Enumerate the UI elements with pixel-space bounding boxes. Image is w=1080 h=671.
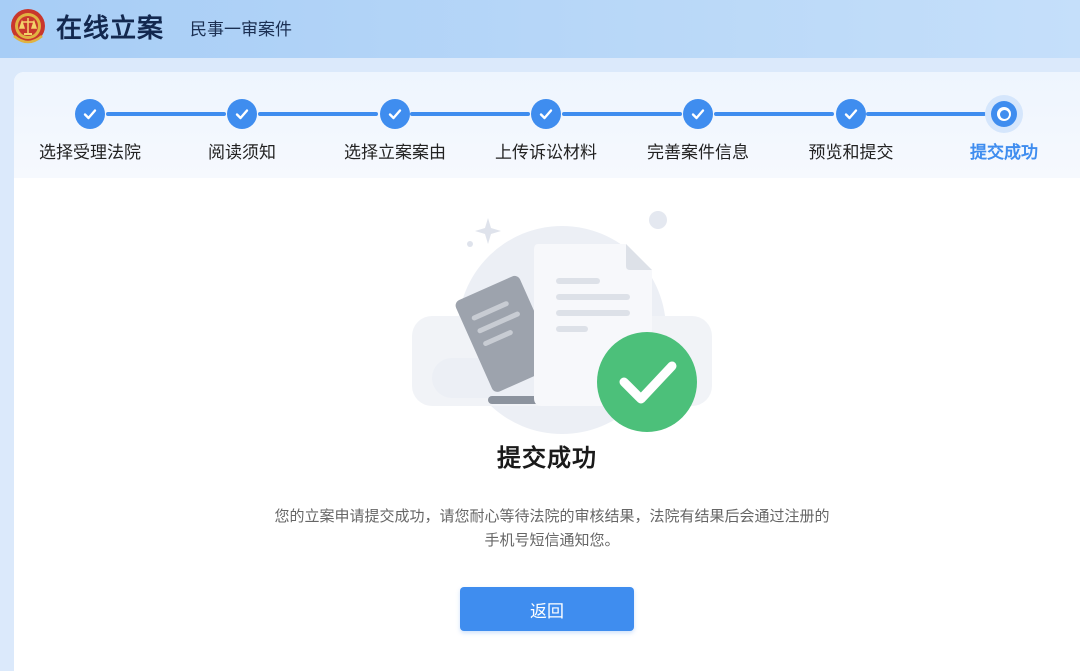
step-label: 阅读须知 (208, 143, 276, 163)
step-1-done-icon (75, 99, 105, 129)
result-title: 提交成功 (497, 444, 597, 472)
step-connector (106, 112, 226, 116)
step-6-done-icon (836, 99, 866, 129)
step-connector (562, 112, 682, 116)
success-illustration (412, 211, 712, 434)
step-label-current: 提交成功 (970, 143, 1038, 163)
case-type-subtitle: 民事一审案件 (190, 20, 292, 40)
step-label: 选择立案案由 (344, 143, 446, 163)
step-4-done-icon (531, 99, 561, 129)
step-connector (714, 112, 834, 116)
step-label: 预览和提交 (808, 143, 894, 163)
step-connector (410, 112, 530, 116)
step-3-done-icon (380, 99, 410, 129)
court-emblem-icon (11, 9, 45, 44)
step-7-current-icon (985, 95, 1023, 133)
success-check-icon (597, 332, 697, 432)
step-5-done-icon (683, 99, 713, 129)
back-button[interactable]: 返回 (460, 587, 634, 631)
step-label: 完善案件信息 (647, 143, 749, 163)
step-connector (866, 112, 986, 116)
app-header: 在线立案 民事一审案件 (0, 0, 1080, 58)
step-label: 选择受理法院 (39, 143, 141, 163)
step-label: 上传诉讼材料 (495, 143, 597, 163)
step-2-done-icon (227, 99, 257, 129)
app-title: 在线立案 (56, 14, 165, 44)
step-connector (258, 112, 378, 116)
progress-steps: 选择受理法院 阅读须知 选择立案案由 上传诉讼材料 完善案件信息 预览和提交 提… (14, 72, 1080, 178)
result-description: 您的立案申请提交成功，请您耐心等待法院的审核结果，法院有结果后会通过注册的手机号… (274, 507, 830, 549)
main-card: 选择受理法院 阅读须知 选择立案案由 上传诉讼材料 完善案件信息 预览和提交 提… (14, 72, 1080, 671)
